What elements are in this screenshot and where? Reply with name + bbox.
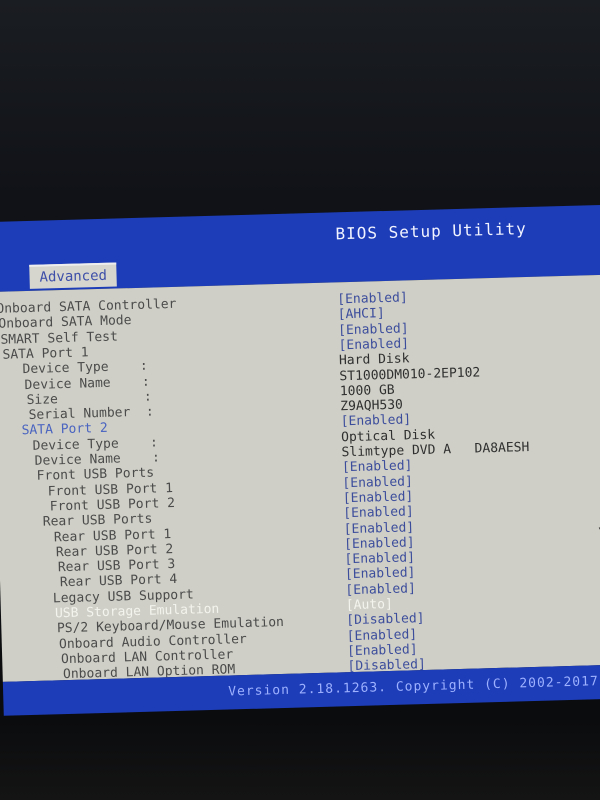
setting-value: Z9AQH530 bbox=[340, 397, 404, 415]
setting-value[interactable]: [Enabled] bbox=[344, 550, 415, 567]
setting-value[interactable]: [Enabled] bbox=[344, 520, 415, 537]
setting-value[interactable]: [Enabled] bbox=[345, 581, 416, 598]
setting-value[interactable]: [Enabled] bbox=[338, 336, 409, 353]
bios-screen: BIOS Setup Utility Advanced ▼ Onboard SA… bbox=[0, 204, 600, 722]
setting-value[interactable]: [Enabled] bbox=[337, 290, 408, 307]
setting-value[interactable]: [Enabled] bbox=[345, 566, 416, 583]
tab-advanced[interactable]: Advanced bbox=[29, 262, 118, 289]
setting-value[interactable]: [Enabled] bbox=[342, 459, 413, 476]
setting-value[interactable]: [Enabled] bbox=[347, 642, 418, 659]
version-text: Version 2.18.1263. Copyright (C) 2002-20… bbox=[228, 673, 600, 700]
setting-value[interactable]: [Enabled] bbox=[343, 504, 414, 521]
setting-value[interactable]: [AHCI] bbox=[338, 306, 385, 322]
setting-value: Hard Disk bbox=[338, 351, 410, 369]
settings-panel: ▼ Onboard SATA Controller[Enabled]Onboar… bbox=[0, 274, 600, 682]
setting-value[interactable]: [Enabled] bbox=[341, 413, 412, 430]
setting-value[interactable]: [Enabled] bbox=[342, 474, 413, 491]
setting-value[interactable]: [Auto] bbox=[346, 597, 393, 613]
app-title: BIOS Setup Utility bbox=[335, 219, 528, 244]
setting-value: 1000 GB bbox=[339, 382, 395, 400]
setting-value[interactable]: [Enabled] bbox=[338, 321, 409, 338]
setting-value[interactable]: [Enabled] bbox=[346, 627, 417, 644]
setting-value[interactable]: [Enabled] bbox=[344, 535, 415, 552]
setting-value[interactable]: [Enabled] bbox=[343, 489, 414, 506]
